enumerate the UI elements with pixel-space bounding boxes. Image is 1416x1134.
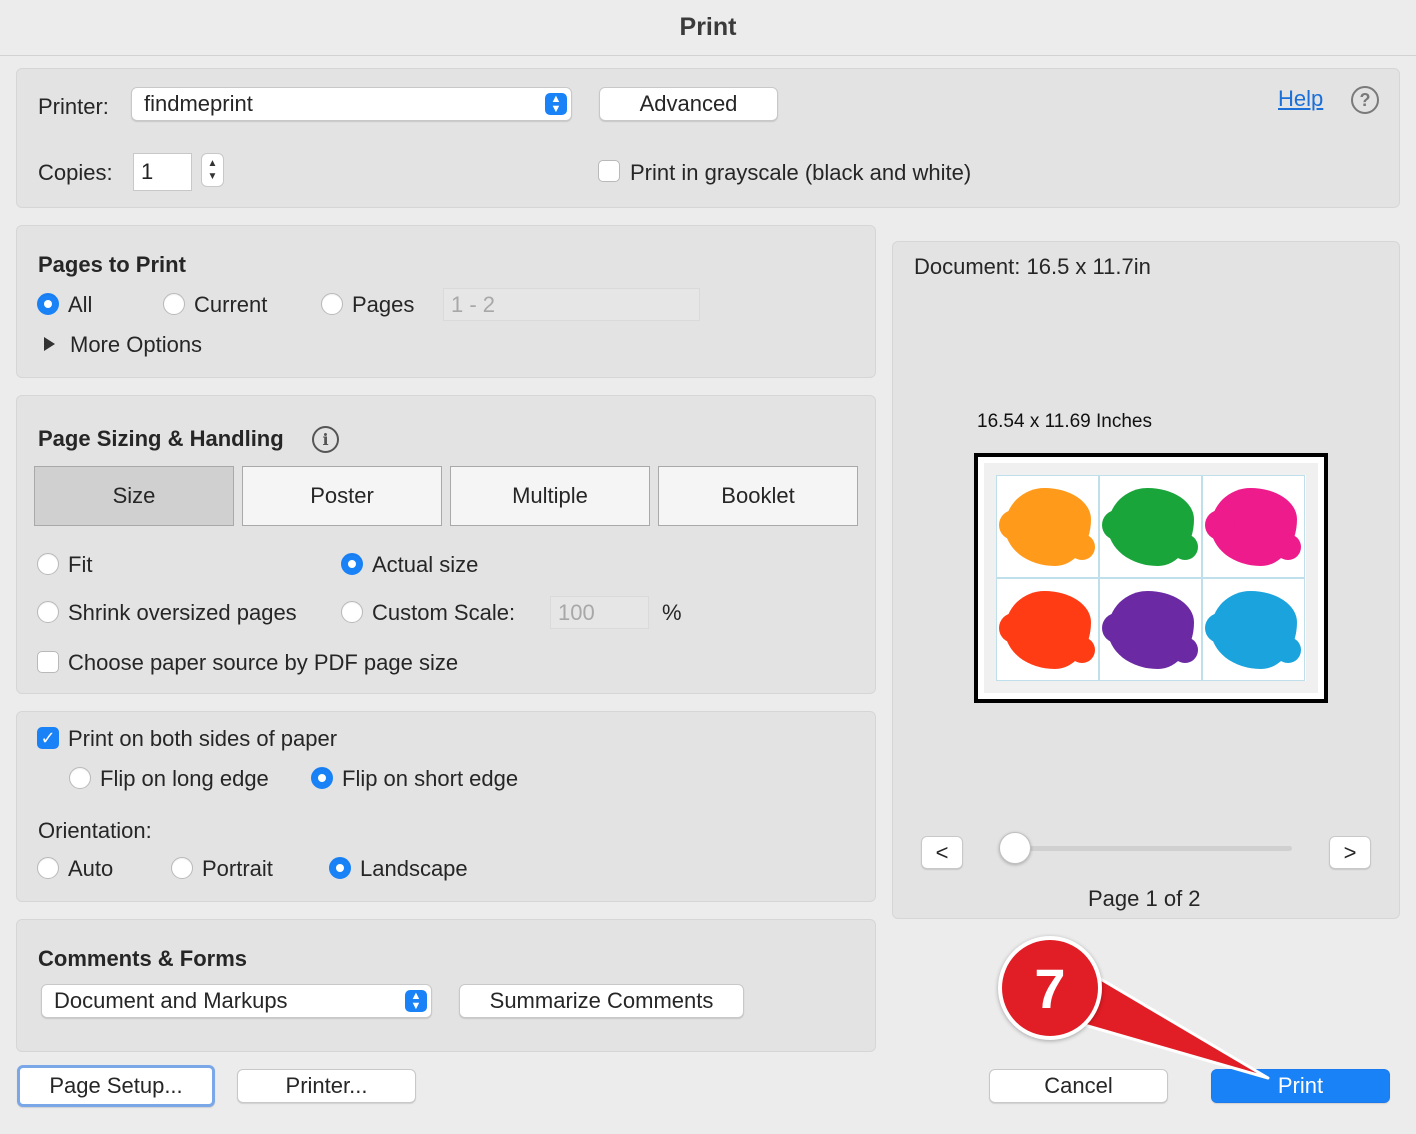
custom-scale-label: Custom Scale: — [372, 600, 516, 625]
document-size-label: Document: 16.5 x 11.7in — [914, 254, 1151, 279]
comments-select[interactable]: Document and Markups ▲ ▼ — [41, 984, 432, 1018]
title-bar: Print — [0, 0, 1416, 56]
grayscale-checkbox[interactable] — [598, 160, 620, 182]
fit-radio[interactable] — [37, 553, 59, 575]
page-sizing-heading: Page Sizing & Handling — [38, 426, 284, 451]
short-edge-radio[interactable] — [311, 767, 333, 789]
paint-splash-graphic — [1205, 488, 1301, 566]
tab-booklet[interactable]: Booklet — [658, 466, 858, 526]
custom-scale-input[interactable]: 100 — [550, 596, 649, 629]
next-page-button[interactable]: > — [1329, 836, 1371, 869]
both-sides-label: Print on both sides of paper — [68, 726, 338, 751]
paint-splash-graphic — [1205, 591, 1301, 669]
short-edge-label: Flip on short edge — [342, 766, 519, 791]
orientation-portrait-label: Portrait — [202, 856, 273, 881]
chevron-updown-icon: ▲ ▼ — [545, 93, 567, 115]
help-link[interactable]: Help — [1278, 86, 1323, 112]
preview-sheet — [984, 463, 1318, 693]
chevron-updown-icon: ▲ ▼ — [405, 990, 427, 1012]
paint-splash-graphic — [999, 488, 1095, 566]
info-icon[interactable]: i — [312, 426, 339, 453]
preview-tile — [1202, 578, 1305, 681]
preview-tile — [996, 578, 1099, 681]
page-size-label: 16.54 x 11.69 Inches — [977, 411, 1152, 432]
preview-content — [996, 475, 1306, 681]
page-slider-knob[interactable] — [999, 832, 1031, 864]
preview-page — [974, 453, 1328, 703]
printer-select[interactable]: findmeprint ▲ ▼ — [131, 87, 572, 121]
paint-splash-graphic — [999, 591, 1095, 669]
copies-label: Copies: — [38, 160, 113, 185]
page-slider-track[interactable] — [1014, 846, 1292, 851]
pages-current-label: Current — [194, 292, 268, 317]
long-edge-label: Flip on long edge — [100, 766, 269, 791]
disclosure-triangle-icon[interactable] — [44, 337, 55, 351]
pages-to-print-heading: Pages to Print — [38, 252, 186, 277]
both-sides-checkbox[interactable]: ✓ — [37, 727, 59, 749]
copies-input[interactable]: 1 — [133, 153, 192, 191]
prev-page-button[interactable]: < — [921, 836, 963, 869]
orientation-landscape-radio[interactable] — [329, 857, 351, 879]
orientation-label: Orientation: — [38, 818, 152, 843]
tab-poster[interactable]: Poster — [242, 466, 442, 526]
paint-splash-graphic — [1102, 488, 1198, 566]
custom-scale-radio[interactable] — [341, 601, 363, 623]
page-indicator: Page 1 of 2 — [1088, 886, 1201, 911]
orientation-auto-label: Auto — [68, 856, 114, 881]
actual-size-label: Actual size — [372, 552, 479, 577]
window-title: Print — [679, 13, 737, 41]
actual-size-radio[interactable] — [341, 553, 363, 575]
shrink-label: Shrink oversized pages — [68, 600, 297, 625]
printer-label: Printer: — [38, 94, 109, 119]
cancel-button[interactable]: Cancel — [989, 1069, 1168, 1103]
orientation-landscape-label: Landscape — [360, 856, 468, 881]
preview-tile — [1099, 578, 1202, 681]
long-edge-radio[interactable] — [69, 767, 91, 789]
pages-range-radio[interactable] — [321, 293, 343, 315]
printer-select-value: findmeprint — [144, 91, 253, 116]
orientation-auto-radio[interactable] — [37, 857, 59, 879]
help-question-icon[interactable]: ? — [1351, 86, 1379, 114]
pages-all-label: All — [68, 292, 93, 317]
paint-splash-graphic — [1102, 591, 1198, 669]
comments-forms-heading: Comments & Forms — [38, 946, 248, 971]
grayscale-label: Print in grayscale (black and white) — [630, 160, 972, 185]
step-number-badge: 7 — [998, 936, 1102, 1040]
preview-tile — [1099, 475, 1202, 578]
orientation-portrait-radio[interactable] — [171, 857, 193, 879]
page-setup-button[interactable]: Page Setup... — [17, 1065, 215, 1107]
tab-size[interactable]: Size — [34, 466, 234, 526]
pages-current-radio[interactable] — [163, 293, 185, 315]
shrink-radio[interactable] — [37, 601, 59, 623]
paper-source-checkbox[interactable] — [37, 651, 59, 673]
step-number: 7 — [1034, 956, 1066, 1020]
tab-multiple[interactable]: Multiple — [450, 466, 650, 526]
comments-select-value: Document and Markups — [54, 988, 288, 1013]
summarize-comments-button[interactable]: Summarize Comments — [459, 984, 744, 1018]
pages-range-label: Pages — [352, 292, 415, 317]
fit-label: Fit — [68, 552, 93, 577]
preview-tile — [996, 475, 1099, 578]
percent-label: % — [662, 600, 682, 625]
advanced-button[interactable]: Advanced — [599, 87, 778, 121]
pages-range-input[interactable]: 1 - 2 — [443, 288, 700, 321]
printer-button[interactable]: Printer... — [237, 1069, 416, 1103]
paper-source-label: Choose paper source by PDF page size — [68, 650, 459, 675]
pages-all-radio[interactable] — [37, 293, 59, 315]
preview-tile — [1202, 475, 1305, 578]
more-options-label[interactable]: More Options — [70, 332, 202, 358]
copies-stepper[interactable]: ▲ ▼ — [201, 153, 224, 187]
print-button[interactable]: Print — [1211, 1069, 1390, 1103]
